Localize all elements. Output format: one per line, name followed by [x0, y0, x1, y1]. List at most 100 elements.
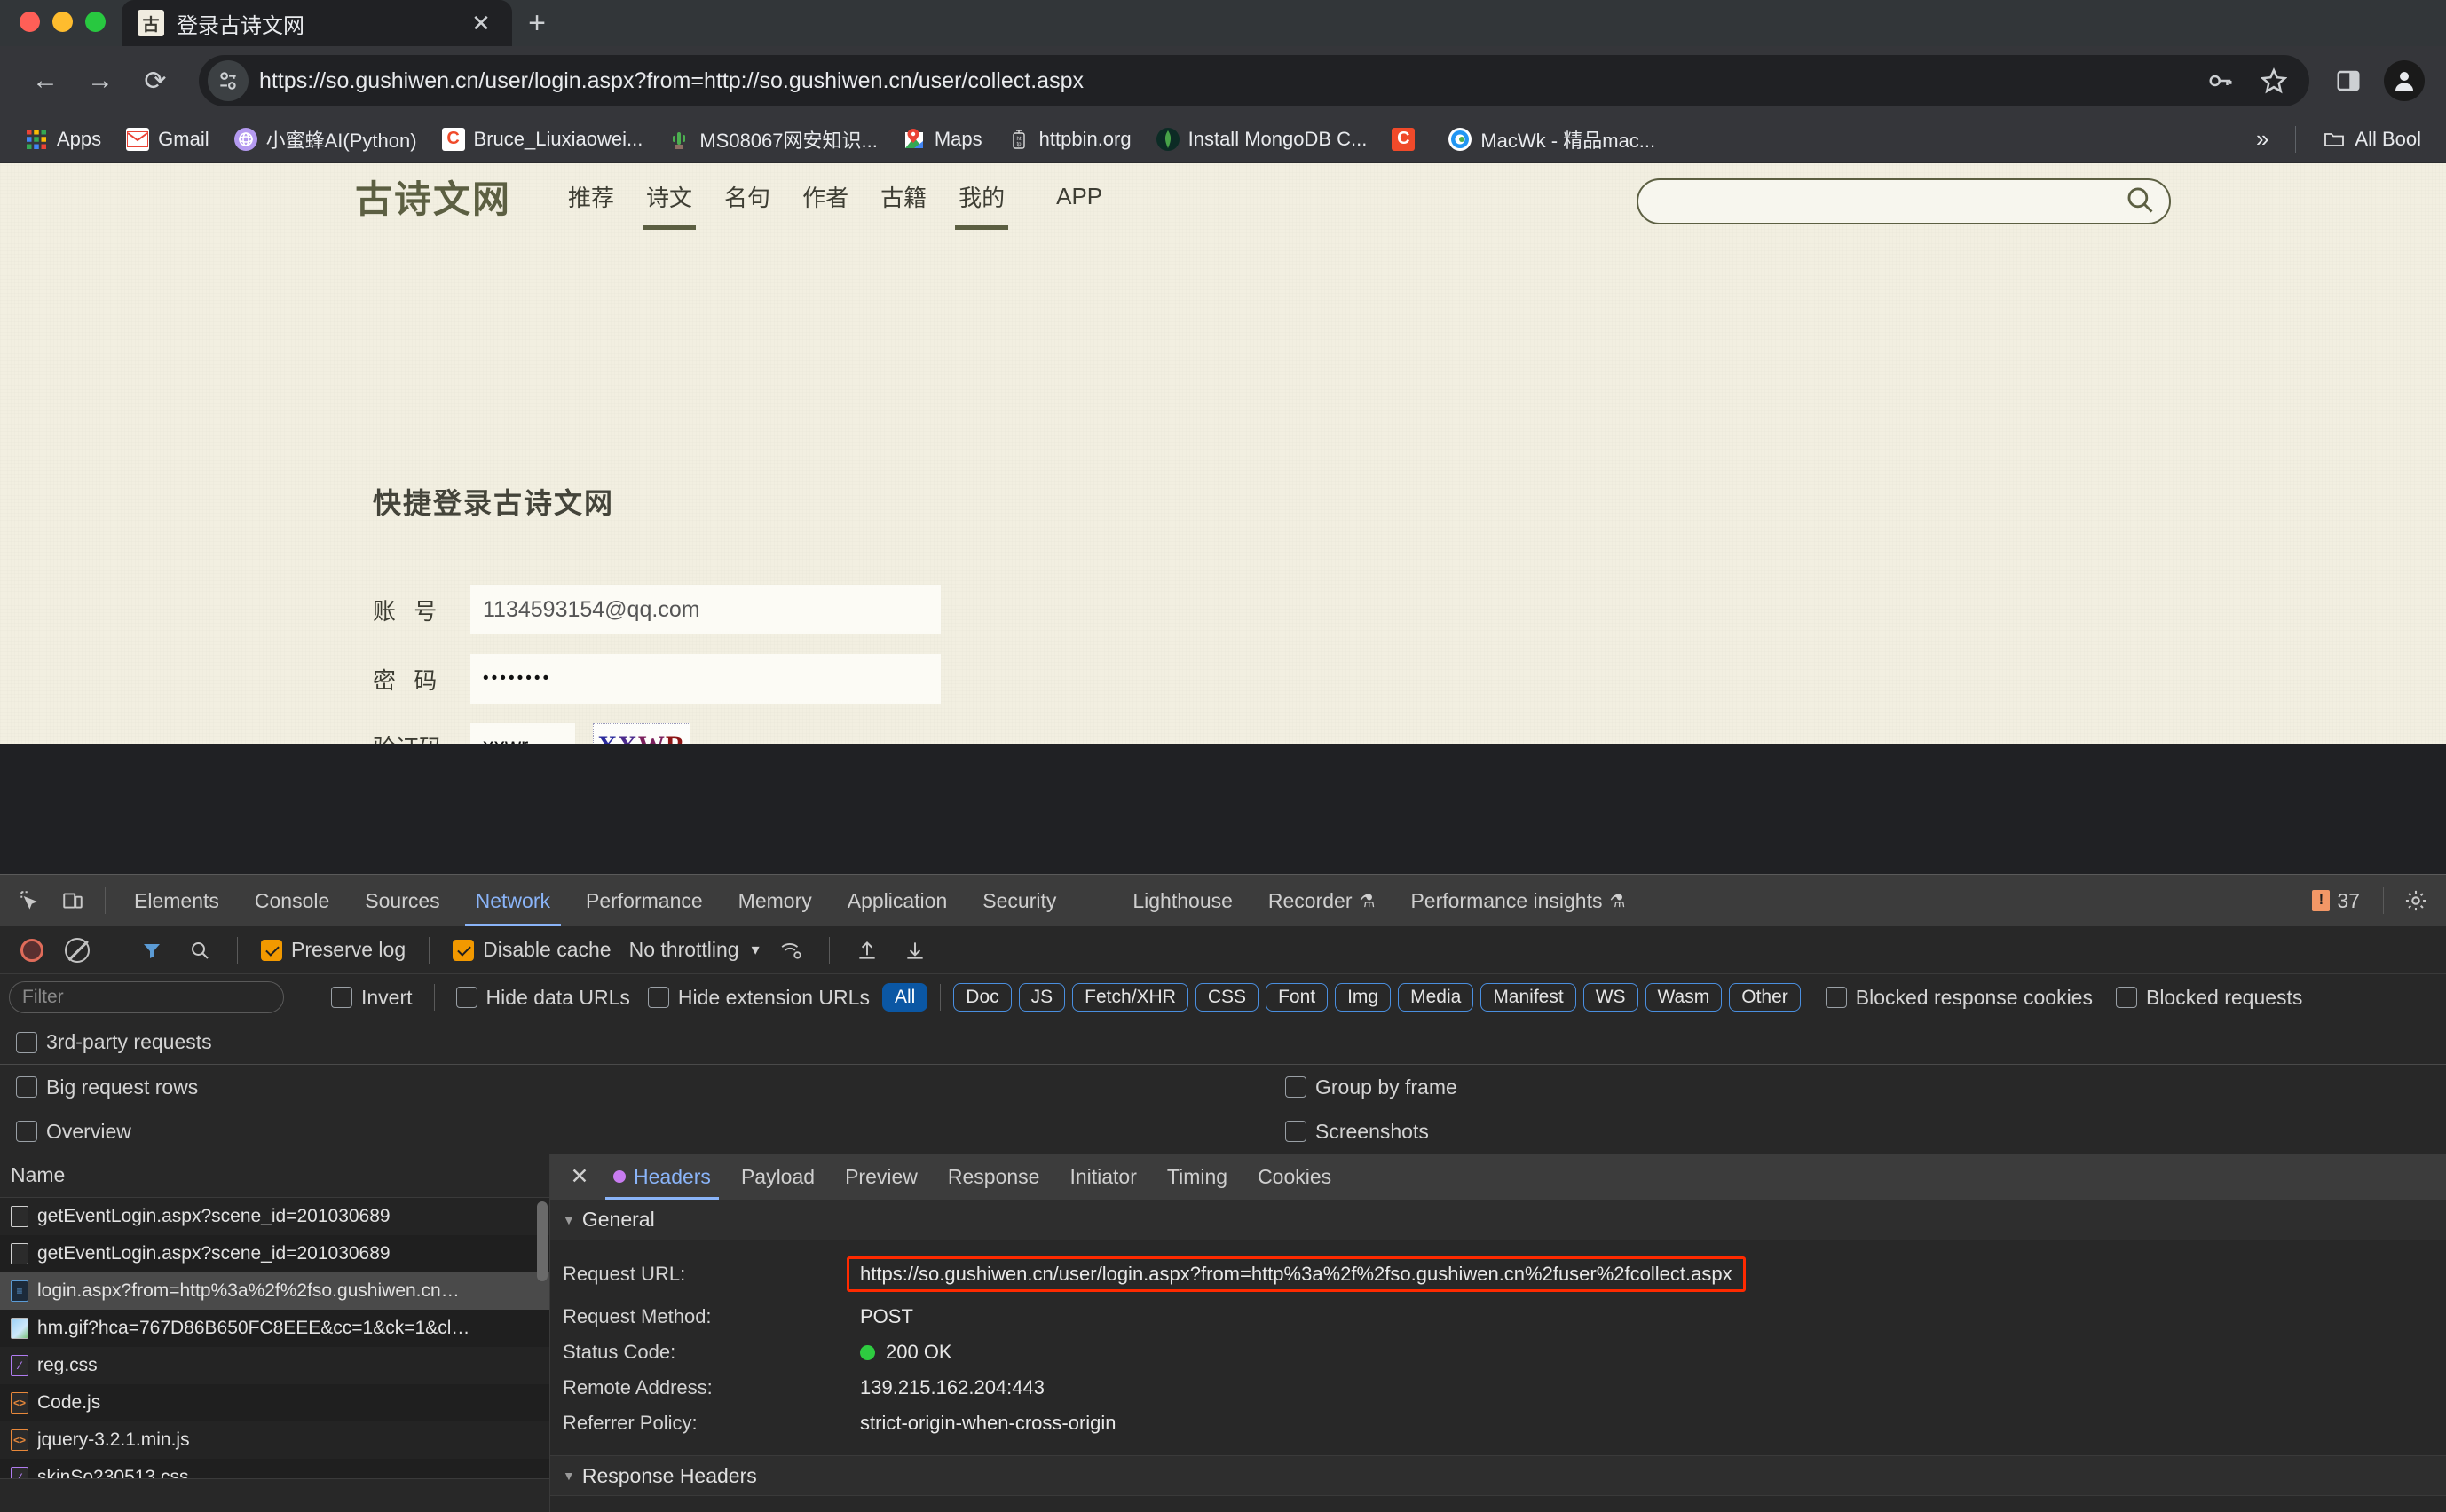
star-icon[interactable]	[2254, 61, 2293, 100]
third-party-requests-checkbox[interactable]: 3rd-party requests	[16, 1030, 212, 1054]
tab-memory[interactable]: Memory	[721, 875, 830, 926]
import-har-icon[interactable]	[846, 929, 888, 972]
hide-extension-urls-checkbox[interactable]: Hide extension URLs	[647, 986, 870, 1010]
bookmark-xiaomifeng-ai[interactable]: 小蜜蜂AI(Python)	[224, 120, 428, 159]
filter-chip-css[interactable]: CSS	[1195, 983, 1259, 1012]
nav-item-tuijian[interactable]: 推荐	[552, 163, 630, 230]
password-input[interactable]	[470, 654, 941, 704]
bookmark-ms08067[interactable]: MS08067网安知识...	[657, 120, 888, 159]
table-row[interactable]: getEventLogin.aspx?scene_id=201030689	[0, 1198, 549, 1235]
request-list-scrollbar[interactable]	[537, 1201, 548, 1281]
minimize-window-button[interactable]	[52, 12, 73, 32]
filter-chip-img[interactable]: Img	[1335, 983, 1392, 1012]
account-input[interactable]	[470, 585, 941, 634]
detail-tab-initiator[interactable]: Initiator	[1054, 1154, 1151, 1200]
table-row[interactable]: ≡ login.aspx?from=http%3a%2f%2fso.gushiw…	[0, 1272, 549, 1310]
tab-recorder[interactable]: Recorder ⚗	[1251, 875, 1393, 926]
bookmark-macwk[interactable]: MacWk - 精品mac...	[1438, 120, 1666, 159]
disable-cache-checkbox[interactable]: Disable cache	[453, 938, 612, 962]
search-input[interactable]	[1660, 190, 2125, 213]
filter-input[interactable]	[9, 981, 284, 1013]
bookmark-bruce-liuxiaowei[interactable]: C Bruce_Liuxiaowei...	[431, 122, 654, 156]
close-detail-icon[interactable]: ✕	[561, 1163, 598, 1190]
detail-tab-cookies[interactable]: Cookies	[1243, 1154, 1346, 1200]
throttling-dropdown[interactable]: No throttling ▾	[629, 938, 760, 962]
tab-performance[interactable]: Performance	[568, 875, 721, 926]
tab-security[interactable]: Security	[965, 875, 1074, 926]
device-toolbar-icon[interactable]	[51, 879, 94, 922]
tab-console[interactable]: Console	[237, 875, 347, 926]
table-row[interactable]: <> Code.js	[0, 1384, 549, 1421]
side-panel-icon[interactable]	[2329, 61, 2368, 100]
all-bookmarks-button[interactable]: All Bool	[2312, 122, 2432, 156]
filter-chip-wasm[interactable]: Wasm	[1645, 983, 1723, 1012]
nav-item-mingju[interactable]: 名句	[708, 163, 786, 230]
detail-tab-headers[interactable]: Headers	[598, 1154, 726, 1200]
big-request-rows-checkbox[interactable]: Big request rows	[16, 1075, 198, 1099]
tab-sources[interactable]: Sources	[347, 875, 457, 926]
bookmark-apps[interactable]: Apps	[14, 122, 112, 156]
site-search-box[interactable]	[1637, 178, 2171, 224]
filter-chip-fetch-xhr[interactable]: Fetch/XHR	[1072, 983, 1188, 1012]
tab-application[interactable]: Application	[830, 875, 966, 926]
response-headers-section-header[interactable]: ▼ Response Headers	[550, 1455, 2446, 1496]
table-row[interactable]: getEventLogin.aspx?scene_id=201030689	[0, 1235, 549, 1272]
detail-tab-timing[interactable]: Timing	[1152, 1154, 1243, 1200]
avatar[interactable]	[2384, 60, 2425, 101]
hide-data-urls-checkbox[interactable]: Hide data URLs	[455, 986, 630, 1010]
screenshots-checkbox[interactable]: Screenshots	[1285, 1120, 1429, 1144]
clear-network-button[interactable]	[65, 937, 90, 963]
filter-chip-all[interactable]: All	[881, 983, 928, 1012]
bookmark-mongodb[interactable]: Install MongoDB C...	[1146, 122, 1378, 156]
invert-checkbox[interactable]: Invert	[331, 986, 413, 1010]
bookmarks-overflow-button[interactable]: »	[2245, 120, 2279, 158]
captcha-input[interactable]	[470, 723, 575, 744]
filter-chip-js[interactable]: JS	[1018, 983, 1066, 1012]
detail-tab-payload[interactable]: Payload	[726, 1154, 830, 1200]
nav-item-wode[interactable]: 我的	[943, 163, 1021, 230]
filter-chip-manifest[interactable]: Manifest	[1480, 983, 1576, 1012]
preserve-log-checkbox[interactable]: Preserve log	[261, 938, 406, 962]
address-bar[interactable]: https://so.gushiwen.cn/user/login.aspx?f…	[199, 55, 2309, 106]
tab-performance-insights[interactable]: Performance insights ⚗	[1393, 875, 1643, 926]
maximize-window-button[interactable]	[85, 12, 106, 32]
nav-item-guji[interactable]: 古籍	[864, 163, 943, 230]
filter-chip-ws[interactable]: WS	[1582, 983, 1638, 1012]
record-network-button[interactable]	[20, 938, 43, 962]
overview-checkbox[interactable]: Overview	[16, 1120, 131, 1144]
bookmark-httpbin[interactable]: ht tp httpbin.org	[997, 122, 1142, 156]
key-icon[interactable]	[2201, 61, 2240, 100]
gear-icon[interactable]	[2395, 879, 2437, 922]
blocked-response-cookies-checkbox[interactable]: Blocked response cookies	[1825, 986, 2093, 1010]
new-tab-button[interactable]: +	[512, 0, 562, 46]
general-section-header[interactable]: ▼ General	[550, 1200, 2446, 1240]
funnel-icon[interactable]	[130, 929, 173, 972]
reload-button[interactable]: ⟳	[131, 57, 179, 105]
table-row[interactable]: <> jquery-3.2.1.min.js	[0, 1421, 549, 1459]
forward-button[interactable]: →	[76, 57, 124, 105]
tab-elements[interactable]: Elements	[116, 875, 237, 926]
filter-chip-doc[interactable]: Doc	[953, 983, 1012, 1012]
detail-tab-response[interactable]: Response	[933, 1154, 1055, 1200]
wifi-settings-icon[interactable]	[770, 929, 813, 972]
nav-item-shiwen[interactable]: 诗文	[630, 163, 708, 230]
site-settings-icon[interactable]	[208, 60, 249, 101]
captcha-image[interactable]: XXWR	[593, 723, 690, 744]
table-row[interactable]: hm.gif?hca=767D86B650FC8EEE&cc=1&ck=1&cl…	[0, 1310, 549, 1347]
warnings-badge[interactable]: ! 37	[2312, 889, 2360, 913]
search-icon[interactable]	[178, 929, 221, 972]
filter-chip-media[interactable]: Media	[1398, 983, 1474, 1012]
detail-tab-preview[interactable]: Preview	[830, 1154, 933, 1200]
tab-network[interactable]: Network	[458, 875, 568, 926]
nav-item-zuozhe[interactable]: 作者	[786, 163, 864, 230]
table-row[interactable]: ⁄ reg.css	[0, 1347, 549, 1384]
filter-chip-font[interactable]: Font	[1266, 983, 1329, 1012]
blocked-requests-checkbox[interactable]: Blocked requests	[2115, 986, 2302, 1010]
bookmark-gmail[interactable]: Gmail	[115, 122, 219, 156]
group-by-frame-checkbox[interactable]: Group by frame	[1285, 1075, 1457, 1099]
close-window-button[interactable]	[20, 12, 40, 32]
close-tab-icon[interactable]: ✕	[466, 10, 496, 37]
inspect-element-icon[interactable]	[9, 879, 51, 922]
table-row[interactable]: ⁄ skinSo230513.css	[0, 1459, 549, 1478]
bookmark-maps[interactable]: Maps	[892, 122, 993, 156]
